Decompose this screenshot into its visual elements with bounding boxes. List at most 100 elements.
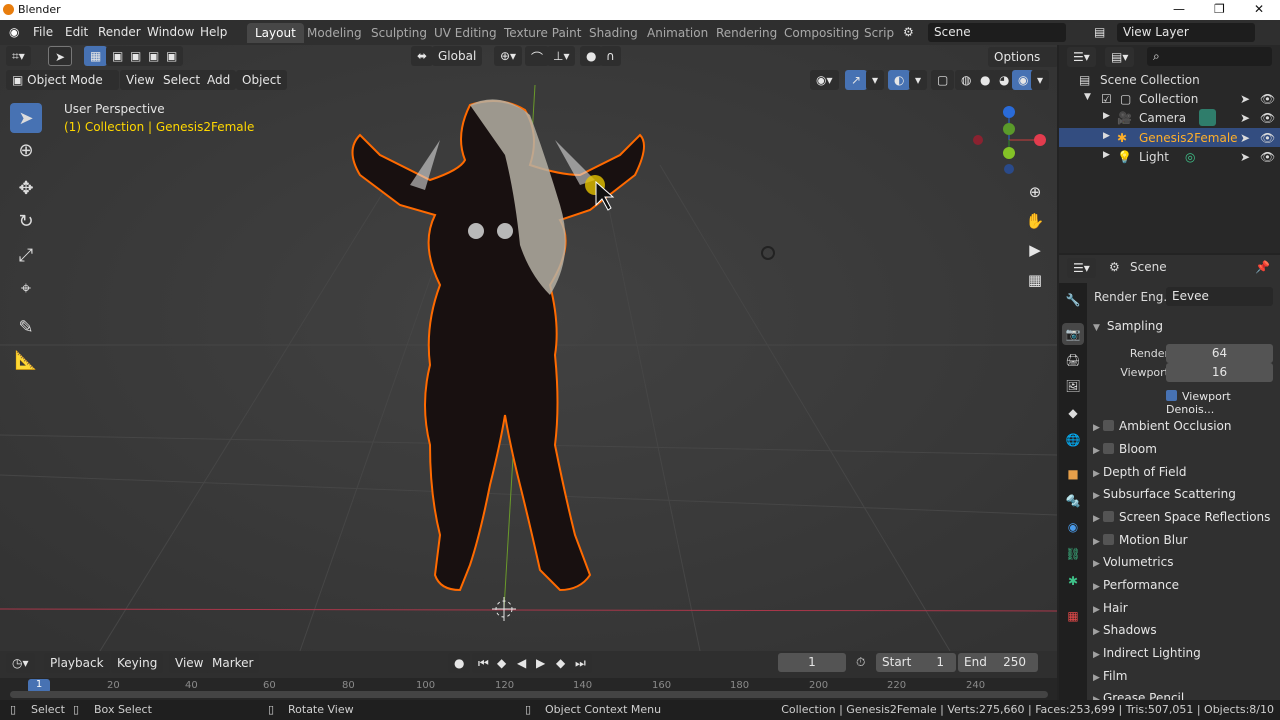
maximize-icon[interactable]: ❐ [1214, 2, 1225, 16]
object-data-tab-icon[interactable]: ✱ [1062, 570, 1084, 592]
tab-uv-editing[interactable]: UV Editing [426, 23, 505, 43]
jump-keyframe-back-icon[interactable]: ◆ [491, 653, 513, 673]
snap-icon[interactable]: ⌒ [525, 46, 550, 66]
select-mode-new-icon[interactable]: ▦ [84, 46, 108, 66]
overlays-toggle-icon[interactable]: ◐ [888, 70, 911, 90]
menu-window[interactable]: Window [147, 25, 194, 39]
render-engine-dropdown[interactable]: Eevee [1166, 287, 1273, 306]
panel-depth-of-field[interactable]: ▶ Depth of Field [1093, 465, 1186, 479]
select-arrow-icon[interactable]: ➤ [1240, 92, 1250, 106]
minimize-icon[interactable]: — [1173, 2, 1185, 16]
panel-bloom[interactable]: ▶ Bloom [1093, 442, 1157, 456]
tab-scripting[interactable]: Scrip [856, 23, 902, 43]
viewport-menu-add[interactable]: Add [201, 70, 237, 90]
panel-ambient-occlusion[interactable]: ▶ Ambient Occlusion [1093, 419, 1231, 433]
select-arrow-icon[interactable]: ➤ [1240, 150, 1250, 164]
eye-icon[interactable]: 👁 [1260, 131, 1275, 145]
gizmo-toggle-icon[interactable]: ↗ [845, 70, 868, 90]
eye-icon[interactable]: 👁 [1260, 150, 1275, 164]
render-tab-icon[interactable]: 📷 [1062, 323, 1084, 345]
tab-rendering[interactable]: Rendering [708, 23, 785, 43]
tool-annotate-icon[interactable]: ✎ [10, 312, 42, 342]
texture-tab-icon[interactable]: ▦ [1062, 605, 1084, 627]
scene-tab-icon[interactable]: ◆ [1062, 402, 1084, 424]
view-layer-icon[interactable]: ▤ [1094, 25, 1105, 39]
sampling-panel-header[interactable]: ▼ Sampling [1093, 319, 1163, 333]
object-tab-icon[interactable]: ■ [1062, 463, 1084, 485]
jump-end-icon[interactable]: ⏭ [569, 653, 592, 673]
editor-type-button[interactable]: ⌗▾ [6, 46, 31, 66]
checkbox-icon[interactable] [1103, 420, 1114, 431]
tab-compositing[interactable]: Compositing [776, 23, 867, 43]
perspective-toggle-icon[interactable]: ▦ [1022, 267, 1048, 293]
pivot-point-icon[interactable]: ⊕▾ [494, 46, 523, 66]
visibility-icon[interactable]: ◉▾ [810, 70, 839, 90]
tool-tab-icon[interactable]: 🔧 [1062, 289, 1084, 311]
constraints-tab-icon[interactable]: ⛓ [1062, 543, 1084, 565]
expand-arrow-icon[interactable]: ▶ [1103, 131, 1110, 141]
menu-edit[interactable]: Edit [65, 25, 88, 39]
viewport-denoise-checkbox[interactable]: Viewport Denois... [1166, 390, 1280, 416]
panel-film[interactable]: ▶ Film [1093, 669, 1127, 683]
blender-menu-icon[interactable]: ◉ [9, 25, 19, 39]
expand-arrow-icon[interactable]: ▶ [1103, 150, 1110, 160]
timeline-ruler[interactable]: 1 20 40 60 80 100 120 140 160 180 200 22… [0, 678, 1057, 700]
menu-render[interactable]: Render [98, 25, 141, 39]
tool-move-icon[interactable]: ✥ [10, 173, 42, 203]
close-icon[interactable]: ✕ [1254, 2, 1264, 16]
world-tab-icon[interactable]: 🌐 [1062, 429, 1084, 451]
outliner-row-genesis2female[interactable]: ▶ ✱ Genesis2Female ➤ 👁 [1059, 128, 1280, 147]
tab-texture-paint[interactable]: Texture Paint [496, 23, 589, 43]
light-data-icon[interactable]: ◎ [1185, 150, 1195, 164]
menu-file[interactable]: File [33, 25, 53, 39]
timeline-editor-type-icon[interactable]: ◷▾ [6, 653, 35, 673]
tab-layout[interactable]: Layout [247, 23, 304, 43]
timeline-menu-view[interactable]: View [169, 653, 210, 673]
panel-subsurface-scattering[interactable]: ▶ Subsurface Scattering [1093, 487, 1236, 501]
transform-orientation-icon[interactable]: ⬌ [411, 46, 434, 66]
options-dropdown[interactable]: Options [988, 47, 1057, 67]
select-arrow-icon[interactable]: ➤ [1240, 131, 1250, 145]
viewport-samples-field[interactable]: 16 [1166, 363, 1273, 382]
modifier-tab-icon[interactable]: 🔩 [1062, 490, 1084, 512]
camera-data-icon[interactable] [1199, 109, 1216, 126]
expand-arrow-icon[interactable]: ▼ [1084, 92, 1091, 102]
zoom-icon[interactable]: ⊕ [1022, 179, 1048, 205]
end-frame-field[interactable]: End 250 [958, 653, 1038, 672]
tool-transform-icon[interactable]: ⌖ [10, 273, 42, 303]
outliner-row-scene-collection[interactable]: ▤ Scene Collection [1059, 70, 1280, 89]
panel-indirect-lighting[interactable]: ▶ Indirect Lighting [1093, 646, 1201, 660]
view-layer-tab-icon[interactable]: 🖼 [1062, 375, 1084, 397]
gizmo-dropdown-icon[interactable]: ▾ [866, 70, 885, 90]
shading-dropdown-icon[interactable]: ▾ [1031, 70, 1050, 90]
panel-hair[interactable]: ▶ Hair [1093, 601, 1128, 615]
tool-cursor-icon[interactable]: ⊕ [10, 135, 42, 165]
panel-performance[interactable]: ▶ Performance [1093, 578, 1179, 592]
select-mode-intersect-icon[interactable]: ▣ [160, 46, 184, 66]
panel-volumetrics[interactable]: ▶ Volumetrics [1093, 555, 1173, 569]
xray-icon[interactable]: ▢ [931, 70, 955, 90]
pin-icon[interactable]: 📌 [1255, 260, 1270, 274]
tab-modeling[interactable]: Modeling [299, 23, 370, 43]
menu-help[interactable]: Help [200, 25, 227, 39]
viewport-menu-select[interactable]: Select [157, 70, 207, 90]
outliner-row-collection[interactable]: ▼ ☑ ▢ Collection ➤ 👁 [1059, 89, 1280, 108]
tool-rotate-icon[interactable]: ↻ [10, 206, 42, 236]
falloff-icon[interactable]: ∩ [600, 46, 621, 66]
output-tab-icon[interactable]: 🖨 [1062, 349, 1084, 371]
panel-motion-blur[interactable]: ▶ Motion Blur [1093, 533, 1188, 547]
select-arrow-icon[interactable]: ➤ [1240, 111, 1250, 125]
view-layer-field[interactable]: View Layer [1117, 23, 1255, 42]
preview-range-icon[interactable]: ⏱ [856, 655, 865, 670]
checkbox-icon[interactable] [1103, 443, 1114, 454]
collection-checkbox[interactable]: ☑ [1101, 92, 1112, 106]
pan-hand-icon[interactable]: ✋ [1022, 208, 1048, 234]
checkbox-icon[interactable] [1103, 511, 1114, 522]
play-icon[interactable]: ▶ [530, 653, 552, 673]
viewport-menu-object[interactable]: Object [236, 70, 288, 90]
timeline-menu-keying[interactable]: Keying [111, 653, 164, 673]
overlays-dropdown-icon[interactable]: ▾ [909, 70, 928, 90]
start-frame-field[interactable]: Start 1 [876, 653, 956, 672]
outliner-row-camera[interactable]: ▶ 🎥 Camera ➤ 👁 [1059, 108, 1280, 127]
eye-icon[interactable]: 👁 [1260, 111, 1275, 125]
